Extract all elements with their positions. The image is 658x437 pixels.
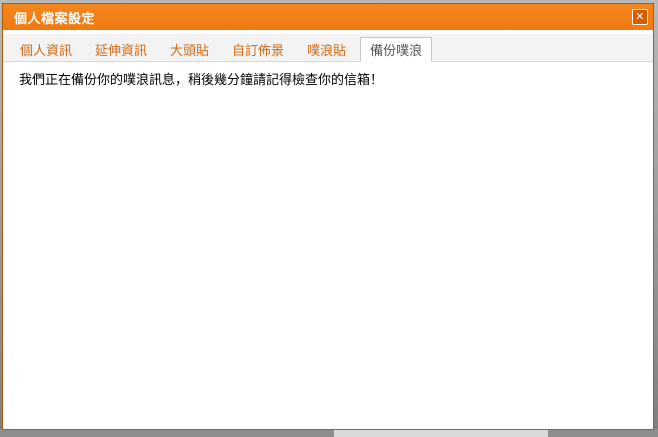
tab-avatar[interactable]: 大頭貼 — [161, 37, 218, 61]
tab-backup-plurks[interactable]: 備份噗浪 — [360, 37, 433, 62]
dialog-title: 個人檔案設定 — [14, 11, 96, 27]
tab-label: 個人資訊 — [20, 43, 73, 59]
tab-bar: 個人資訊 延伸資訊 大頭貼 自訂佈景 噗浪貼 備份噗浪 — [3, 34, 653, 62]
close-icon: ✕ — [635, 10, 645, 23]
tab-personal-info[interactable]: 個人資訊 — [11, 37, 81, 61]
tab-custom-theme[interactable]: 自訂佈景 — [223, 37, 293, 61]
backdrop-box — [334, 429, 548, 437]
tab-plurk-stickers[interactable]: 噗浪貼 — [298, 37, 355, 61]
tab-label: 延伸資訊 — [95, 43, 148, 59]
tab-content: 我們正在備份你的噗浪訊息，稍後幾分鐘請記得檢查你的信箱！ — [19, 69, 637, 88]
profile-settings-dialog: 個人檔案設定 ✕ 個人資訊 延伸資訊 大頭貼 自訂佈景 噗浪貼 備份噗浪 我們正… — [2, 3, 654, 430]
tab-label: 大頭貼 — [170, 43, 210, 59]
tab-label: 自訂佈景 — [232, 43, 285, 59]
backdrop-strip — [0, 429, 658, 437]
backup-message: 我們正在備份你的噗浪訊息，稍後幾分鐘請記得檢查你的信箱！ — [19, 73, 384, 88]
tab-label: 備份噗浪 — [370, 44, 423, 59]
tab-label: 噗浪貼 — [307, 43, 347, 59]
tab-extended-info[interactable]: 延伸資訊 — [86, 37, 156, 61]
dialog-titlebar: 個人檔案設定 ✕ — [3, 4, 653, 30]
close-button[interactable]: ✕ — [632, 9, 648, 25]
